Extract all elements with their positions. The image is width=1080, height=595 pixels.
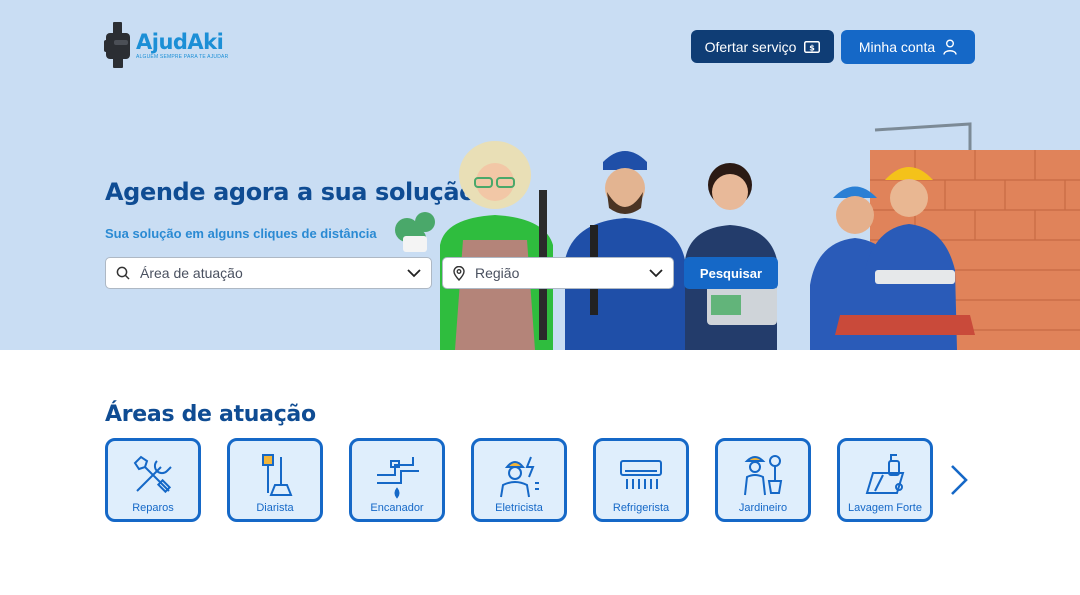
area-select-placeholder: Área de atuação: [140, 265, 243, 281]
search-button[interactable]: Pesquisar: [684, 257, 778, 289]
gardener-icon: [744, 455, 783, 496]
area-card-refrigerista[interactable]: Refrigerista: [593, 438, 689, 522]
electrician-icon: [500, 456, 539, 498]
pressure-washer-icon: [865, 454, 905, 494]
area-card-label: Encanador: [370, 502, 424, 514]
hero-subtitle: Sua solução em alguns cliques de distânc…: [105, 226, 377, 241]
logo[interactable]: AjudAki ALGUÉM SEMPRE PARA TE AJUDAR: [104, 22, 228, 68]
hero-workers-image: [395, 122, 1080, 350]
area-card-reparos[interactable]: Reparos: [105, 438, 201, 522]
areas-title: Áreas de atuação: [105, 402, 316, 427]
area-card-label: Refrigerista: [612, 502, 670, 514]
user-icon: [943, 39, 957, 55]
region-select-placeholder: Região: [475, 265, 520, 281]
area-card-eletricista[interactable]: Eletricista: [471, 438, 567, 522]
areas-carousel: Reparos Diarista Encanador Eletricista R…: [105, 438, 933, 522]
area-card-encanador[interactable]: Encanador: [349, 438, 445, 522]
my-account-button[interactable]: Minha conta: [841, 30, 975, 64]
offer-service-label: Ofertar serviço: [704, 38, 797, 55]
logo-tagline: ALGUÉM SEMPRE PARA TE AJUDAR: [136, 53, 229, 60]
header-actions: Ofertar serviço $ Minha conta: [691, 30, 975, 64]
tools-icon: [133, 455, 172, 494]
chevron-down-icon: [407, 268, 421, 277]
area-card-jardineiro[interactable]: Jardineiro: [715, 438, 811, 522]
pipe-icon: [377, 457, 419, 499]
area-card-label: Jardineiro: [738, 502, 788, 514]
area-card-label: Diarista: [256, 502, 294, 514]
offer-service-button[interactable]: Ofertar serviço $: [691, 30, 834, 63]
air-conditioner-icon: [620, 460, 662, 489]
area-card-lavagem-forte[interactable]: Lavagem Forte: [837, 438, 933, 522]
svg-text:$: $: [810, 43, 816, 52]
broom-icon: [262, 454, 293, 496]
logo-hand-icon: [104, 22, 130, 68]
location-pin-icon: [453, 265, 465, 281]
area-select[interactable]: Área de atuação: [105, 257, 432, 289]
area-card-diarista[interactable]: Diarista: [227, 438, 323, 522]
search-bar: Área de atuação Região Pesquisar: [105, 257, 778, 289]
region-select[interactable]: Região: [442, 257, 674, 289]
chevron-right-icon[interactable]: [948, 462, 970, 498]
area-card-label: Eletricista: [495, 502, 543, 514]
area-card-label: Reparos: [132, 502, 174, 514]
logo-name: AjudAki: [136, 29, 224, 54]
area-card-label: Lavagem Forte: [848, 502, 922, 514]
money-icon: $: [804, 40, 821, 53]
search-icon: [116, 266, 130, 280]
chevron-down-icon: [649, 268, 663, 277]
my-account-label: Minha conta: [858, 39, 936, 55]
hero-section: AjudAki ALGUÉM SEMPRE PARA TE AJUDAR Ofe…: [0, 0, 1080, 350]
